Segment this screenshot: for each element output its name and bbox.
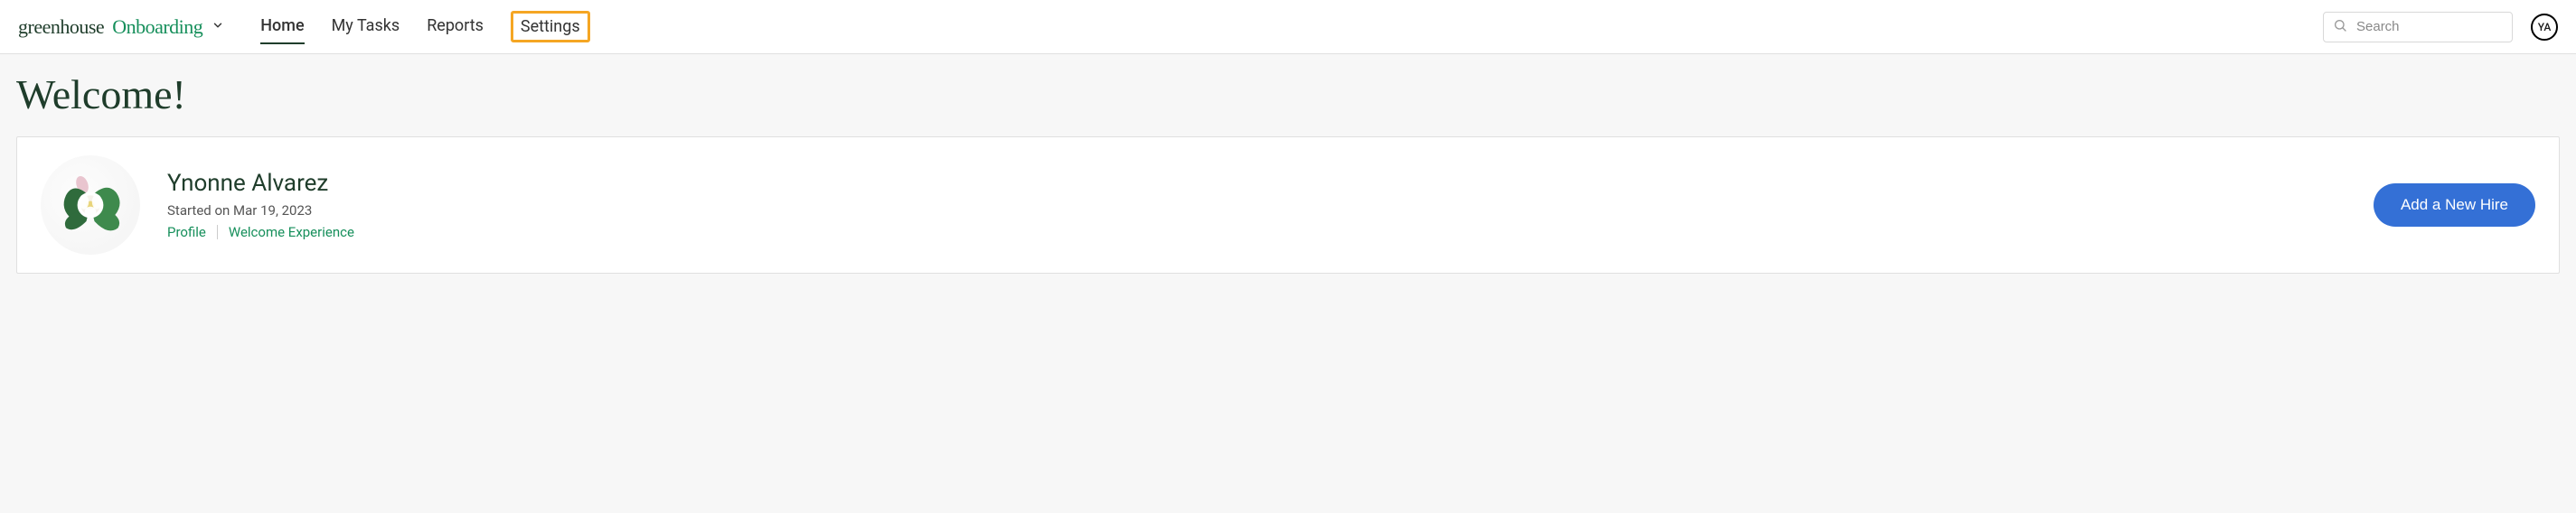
nav-settings[interactable]: Settings [511,11,590,42]
user-avatar[interactable]: YA [2531,14,2558,41]
chevron-down-icon [212,18,224,35]
app-header: greenhouse Onboarding Home My Tasks Repo… [0,0,2576,54]
flower-icon [50,164,131,246]
hire-name: Ynonne Alvarez [167,170,354,197]
nav-reports[interactable]: Reports [427,11,484,42]
header-right: YA [2323,12,2558,42]
hire-started-date: Started on Mar 19, 2023 [167,202,354,219]
hire-avatar [41,155,140,255]
search-input[interactable] [2356,19,2503,34]
nav-my-tasks[interactable]: My Tasks [332,11,400,42]
hire-links: Profile Welcome Experience [167,224,354,240]
add-new-hire-button[interactable]: Add a New Hire [2374,183,2535,227]
link-separator [217,225,218,239]
logo-greenhouse-text: greenhouse [18,15,104,38]
page-title: Welcome! [16,70,2560,118]
hire-info: Ynonne Alvarez Started on Mar 19, 2023 P… [167,170,354,240]
search-box[interactable] [2323,12,2513,42]
logo-onboarding-text: Onboarding [112,15,202,38]
search-icon [2333,18,2347,36]
hire-card: Ynonne Alvarez Started on Mar 19, 2023 P… [16,136,2560,274]
profile-link[interactable]: Profile [167,224,206,240]
user-initials: YA [2538,21,2552,33]
logo-dropdown[interactable]: greenhouse Onboarding [18,15,224,39]
nav-home[interactable]: Home [260,11,304,42]
main-nav: Home My Tasks Reports Settings [260,11,589,42]
welcome-experience-link[interactable]: Welcome Experience [229,224,354,240]
page-content: Welcome! Ynonne Alvarez Started on Mar 1… [0,70,2576,274]
